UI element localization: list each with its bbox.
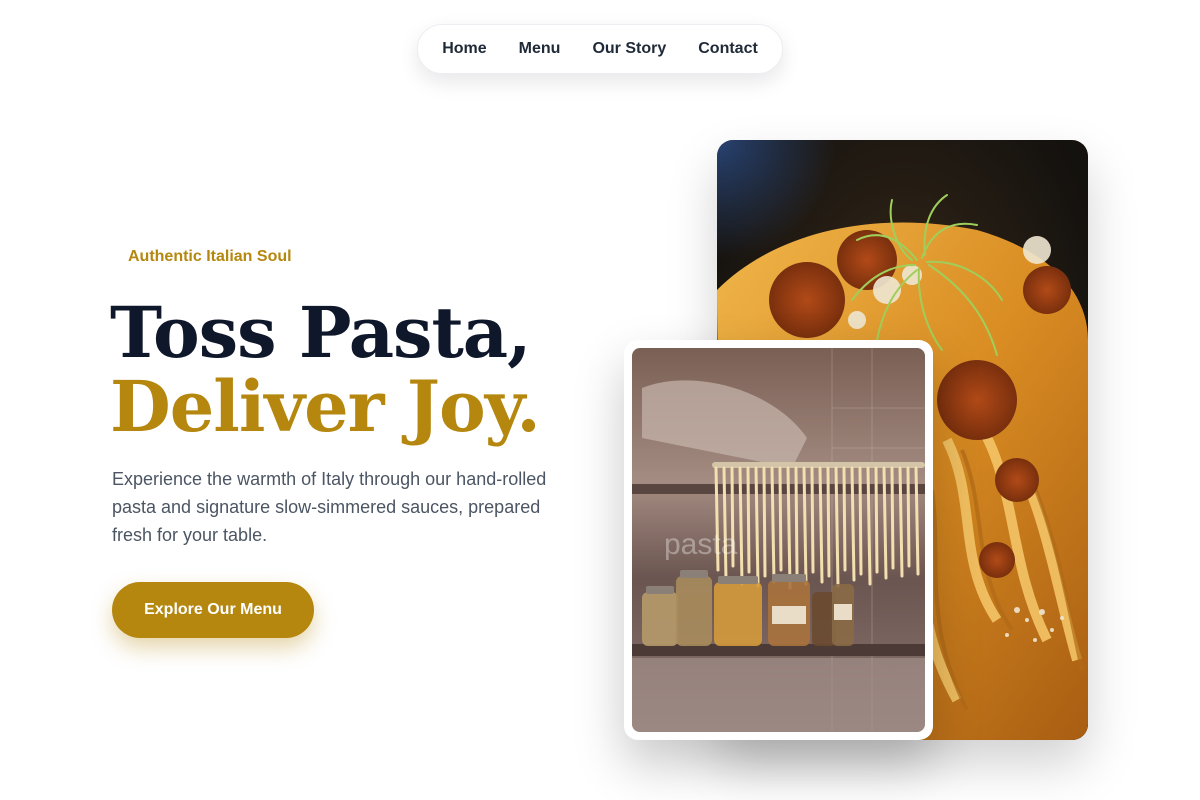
main-nav: Home Menu Our Story Contact (417, 24, 783, 74)
photo-watermark: pasta (664, 528, 738, 561)
hero-headline: Toss Pasta, Deliver Joy. (110, 291, 541, 448)
fresh-pasta-photo-frame: pasta (624, 340, 933, 740)
headline-line-1: Toss Pasta, (110, 291, 532, 374)
nav-link-contact[interactable]: Contact (698, 40, 758, 58)
fresh-pasta-drying-photo: pasta (632, 348, 925, 732)
hero-lead-text: Experience the warmth of Italy through o… (112, 469, 547, 545)
hero-eyebrow: Authentic Italian Soul (128, 248, 292, 265)
nav-link-menu[interactable]: Menu (519, 40, 561, 58)
nav-link-home[interactable]: Home (442, 40, 486, 58)
headline-line-2: Deliver Joy. (110, 365, 541, 448)
nav-container: Home Menu Our Story Contact (0, 24, 1200, 74)
nav-link-our-story[interactable]: Our Story (592, 40, 666, 58)
explore-menu-button[interactable]: Explore Our Menu (112, 582, 314, 638)
